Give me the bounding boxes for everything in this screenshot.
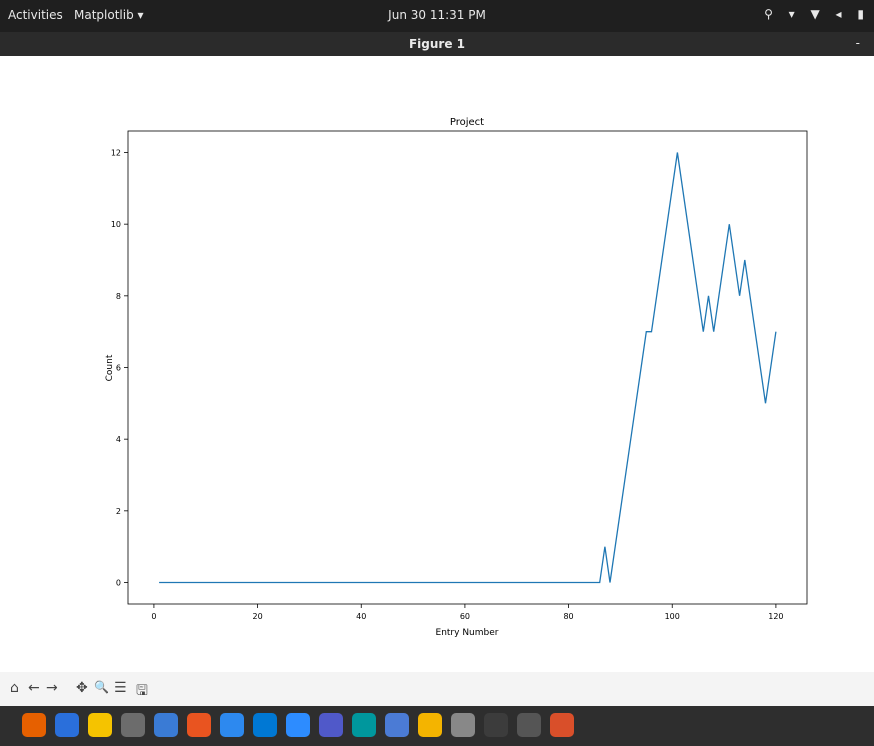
y-tick-label: 4 <box>116 435 121 444</box>
software-icon[interactable] <box>187 713 211 737</box>
forward-icon[interactable]: → <box>46 680 58 696</box>
x-tick-label: 80 <box>563 612 573 621</box>
vscode-icon[interactable] <box>253 713 277 737</box>
y-tick-label: 6 <box>116 364 121 373</box>
line-chart: Project 0 20 40 60 80 100 120 0 2 4 6 8 10 12 Entry … <box>105 117 808 638</box>
chrome-icon[interactable] <box>418 713 442 737</box>
help-icon[interactable] <box>220 713 244 737</box>
y-tick-label: 2 <box>116 507 121 516</box>
x-tick-label: 40 <box>356 612 366 621</box>
x-tick-label: 60 <box>460 612 470 621</box>
top-bar: Activities Matplotlib ▾ Jun 30 11:31 PM … <box>0 0 874 32</box>
blank-icon[interactable] <box>517 713 541 737</box>
y-tick-label: 0 <box>116 579 121 588</box>
firefox-icon[interactable] <box>22 713 46 737</box>
save-icon[interactable]: 🖫 <box>136 680 148 704</box>
pan-icon[interactable]: ✥ <box>76 680 88 696</box>
writer-icon[interactable] <box>154 713 178 737</box>
zoom-icon[interactable] <box>286 713 310 737</box>
window-titlebar: Figure 1 - <box>0 32 874 56</box>
dock <box>0 706 874 746</box>
y-tick-label: 12 <box>111 149 121 158</box>
zoom-icon[interactable]: 🔍 <box>94 680 109 694</box>
y-axis-label: Count <box>105 354 115 381</box>
x-tick-label: 20 <box>252 612 262 621</box>
x-tick-label: 0 <box>151 612 156 621</box>
x-tick-label: 100 <box>665 612 680 621</box>
thunderbird-icon[interactable] <box>55 713 79 737</box>
rhythmbox-icon[interactable] <box>88 713 112 737</box>
files-icon[interactable] <box>121 713 145 737</box>
app-icon[interactable] <box>550 713 574 737</box>
system-tray[interactable]: ⚲ ▾ ▼ ◂ ▮ <box>764 7 870 21</box>
clock[interactable]: Jun 30 11:31 PM <box>0 8 874 22</box>
x-axis-label: Entry Number <box>436 628 499 638</box>
minimize-button[interactable]: - <box>856 36 860 50</box>
data-line <box>159 152 777 584</box>
terminal-icon[interactable] <box>484 713 508 737</box>
x-axis: 0 20 40 60 80 100 120 <box>151 604 784 621</box>
y-tick-label: 10 <box>111 220 121 229</box>
teams-icon[interactable] <box>319 713 343 737</box>
text-editor-icon[interactable] <box>385 713 409 737</box>
plot-area <box>127 130 808 605</box>
series-line <box>159 152 777 584</box>
chart-title: Project <box>450 117 484 128</box>
usb-creator-icon[interactable] <box>451 713 475 737</box>
y-tick-label: 8 <box>116 292 121 301</box>
window-title: Figure 1 <box>408 37 466 51</box>
x-tick-label: 120 <box>768 612 783 621</box>
configure-icon[interactable]: ☰ <box>114 680 127 696</box>
back-icon[interactable]: ← <box>28 680 40 696</box>
arduino-icon[interactable] <box>352 713 376 737</box>
home-icon[interactable]: ⌂ <box>10 680 19 696</box>
matplotlib-toolbar: ⌂ ← → ✥ 🔍 ☰ 🖫 <box>0 672 874 706</box>
figure-canvas: Project 0 20 40 60 80 100 120 0 2 4 6 8 10 12 Entry … <box>0 56 874 670</box>
